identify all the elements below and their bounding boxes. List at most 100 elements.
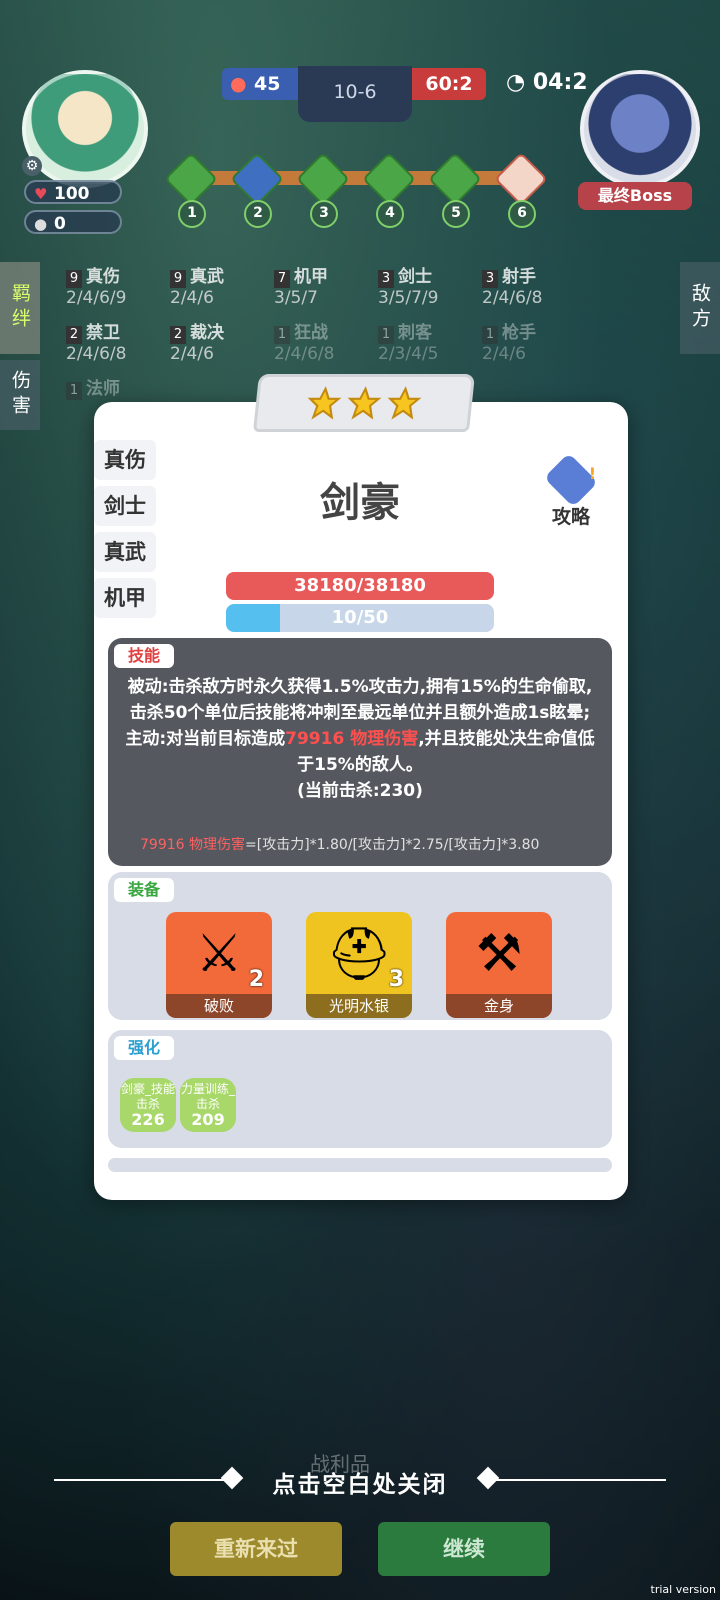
synergy-levels: 2/3/4/5 bbox=[378, 344, 439, 364]
tab-damage[interactable]: 伤害 bbox=[0, 360, 40, 430]
synergy-name: 狂战 bbox=[294, 323, 328, 343]
equipment-tag: 装备 bbox=[114, 878, 175, 902]
synergy-levels: 3/5/7/9 bbox=[378, 288, 439, 308]
synergy-count: 3 bbox=[378, 270, 394, 288]
star-icon bbox=[307, 386, 342, 420]
synergy-item[interactable]: 3 射手 2/4/6/8 bbox=[482, 262, 586, 312]
helmet-icon: ⛑ bbox=[325, 924, 393, 985]
synergy-name: 真伤 bbox=[86, 267, 120, 287]
gear-icon[interactable]: ⚙ bbox=[22, 156, 42, 176]
enemy-score: 60:2 bbox=[412, 68, 486, 100]
synergy-count: 1 bbox=[274, 326, 290, 344]
synergy-count: 3 bbox=[482, 270, 498, 288]
mana-bar: 10/50 bbox=[226, 604, 494, 632]
trait-tag[interactable]: 真武 bbox=[94, 532, 156, 572]
formula-damage: 79916 物理伤害 bbox=[140, 837, 245, 853]
synergy-levels: 3/5/7 bbox=[274, 288, 318, 308]
synergy-count: 9 bbox=[66, 270, 82, 288]
skill-tag: 技能 bbox=[114, 644, 175, 668]
trial-watermark: trial version bbox=[650, 1583, 716, 1596]
synergy-name: 禁卫 bbox=[86, 323, 120, 343]
skill-panel: 技能 被动:击杀敌方时永久获得1.5%攻击力,拥有15%的生命偷取,击杀50个单… bbox=[108, 638, 612, 866]
synergy-item[interactable]: 9 真伤 2/4/6/9 bbox=[66, 262, 170, 312]
hp-value: 100 bbox=[54, 184, 90, 204]
star-icon bbox=[347, 386, 382, 420]
synergy-count: 7 bbox=[274, 270, 290, 288]
retry-button[interactable]: 重新来过 bbox=[170, 1522, 342, 1576]
round-indicator: 10-6 bbox=[298, 66, 412, 122]
star-rating bbox=[252, 374, 476, 432]
enhancement-chip[interactable]: 力量训练_击杀 209 bbox=[180, 1078, 236, 1132]
coin-pill: ● 0 bbox=[24, 210, 122, 234]
winged-hammer-icon: ⚒ bbox=[475, 924, 523, 984]
equipment-level: 3 bbox=[388, 967, 404, 992]
alert-icon: ! bbox=[588, 464, 596, 483]
equipment-panel: 装备 ⚔ 2 破败 ⛑ 3 光明水银 ⚒ 金身 bbox=[108, 872, 612, 1020]
heart-icon: ♥ bbox=[34, 185, 48, 203]
trait-tag[interactable]: 机甲 bbox=[94, 578, 156, 618]
enhancement-panel: 强化 剑豪_技能击杀 226 力量训练_击杀 209 bbox=[108, 1030, 612, 1148]
timer-value: 04:2 bbox=[532, 70, 588, 95]
synergy-name: 真武 bbox=[190, 267, 224, 287]
synergy-levels: 2/4/6 bbox=[170, 288, 214, 308]
star-icon bbox=[387, 386, 422, 420]
synergy-item[interactable]: 1 枪手 2/4/6 bbox=[482, 318, 586, 368]
clock-icon: ◔ bbox=[506, 70, 526, 95]
formula-terms: =[攻击力]*1.80/[攻击力]*2.75/[攻击力]*3.80 bbox=[245, 837, 540, 853]
trait-tag[interactable]: 剑士 bbox=[94, 486, 156, 526]
tab-synergy[interactable]: 羁绊 bbox=[0, 262, 40, 354]
equipment-item[interactable]: ⚒ 金身 bbox=[446, 912, 552, 1018]
synergy-name: 射手 bbox=[502, 267, 536, 287]
trait-tag[interactable]: 真伤 bbox=[94, 440, 156, 480]
enhancement-chip[interactable]: 剑豪_技能击杀 226 bbox=[120, 1078, 176, 1132]
crossed-swords-icon: ⚔ bbox=[195, 924, 243, 984]
enhancement-tag: 强化 bbox=[114, 1036, 175, 1060]
hp-pill: ♥ 100 bbox=[24, 180, 122, 204]
stage-number: 1 bbox=[178, 200, 206, 228]
stage-number: 4 bbox=[376, 200, 404, 228]
equipment-item[interactable]: ⛑ 3 光明水银 bbox=[306, 912, 412, 1018]
synergy-levels: 2/4/6/8 bbox=[482, 288, 543, 308]
continue-button[interactable]: 继续 bbox=[378, 1522, 550, 1576]
synergy-count: 2 bbox=[170, 326, 186, 344]
synergy-name: 法师 bbox=[86, 379, 120, 399]
player-score-value: 45 bbox=[254, 73, 281, 95]
synergy-item[interactable]: 9 真武 2/4/6 bbox=[170, 262, 274, 312]
skill-description: 被动:击杀敌方时永久获得1.5%攻击力,拥有15%的生命偷取,击杀50个单位后技… bbox=[124, 674, 596, 804]
synergy-item[interactable]: 3 剑士 3/5/7/9 bbox=[378, 262, 482, 312]
guide-label: 攻略 bbox=[551, 506, 590, 528]
equipment-level: 2 bbox=[248, 967, 264, 992]
equipment-name: 金身 bbox=[446, 994, 552, 1018]
stage-number: 3 bbox=[310, 200, 338, 228]
synergy-item[interactable]: 1 刺客 2/3/4/5 bbox=[378, 318, 482, 368]
skill-damage: 79916 物理伤害 bbox=[285, 729, 419, 749]
synergy-item[interactable]: 1 狂战 2/4/6/8 bbox=[274, 318, 378, 368]
close-hint: 点击空白处关闭 bbox=[272, 1472, 448, 1498]
synergy-levels: 2/4/6/8 bbox=[66, 344, 127, 364]
skill-passive: 被动:击杀敌方时永久获得1.5%攻击力,拥有15%的生命偷取,击杀50个单位后技… bbox=[127, 677, 593, 723]
synergy-name: 剑士 bbox=[398, 267, 432, 287]
flame-icon: ● bbox=[230, 73, 247, 95]
stage-number: 2 bbox=[244, 200, 272, 228]
synergy-name: 机甲 bbox=[294, 267, 328, 287]
stage-number: 5 bbox=[442, 200, 470, 228]
synergy-item[interactable]: 2 禁卫 2/4/6/8 bbox=[66, 318, 170, 368]
equipment-name: 破败 bbox=[166, 994, 272, 1018]
synergy-count: 2 bbox=[66, 326, 82, 344]
synergy-item[interactable]: 2 裁决 2/4/6 bbox=[170, 318, 274, 368]
enhancement-value: 226 bbox=[131, 1110, 165, 1129]
boss-avatar[interactable] bbox=[580, 70, 700, 188]
synergy-name: 枪手 bbox=[502, 323, 536, 343]
skill-active-pre: 主动:对当前目标造成 bbox=[125, 729, 286, 749]
synergy-levels: 2/4/6 bbox=[170, 344, 214, 364]
enhancement-label: 剑豪_技能击杀 bbox=[120, 1082, 175, 1111]
guide-button[interactable]: ! 攻略 bbox=[538, 452, 604, 529]
synergy-item[interactable]: 7 机甲 3/5/7 bbox=[274, 262, 378, 312]
more-panel-edge bbox=[108, 1158, 612, 1172]
tab-enemy[interactable]: 敌方 bbox=[680, 262, 720, 354]
player-score: ● 45 bbox=[222, 68, 298, 100]
boss-label: 最终Boss bbox=[578, 182, 692, 210]
hero-name: 剑豪 bbox=[320, 480, 400, 526]
equipment-item[interactable]: ⚔ 2 破败 bbox=[166, 912, 272, 1018]
skill-active: 主动:对当前目标造成79916 物理伤害,并且技能处决生命值低于15%的敌人。 bbox=[124, 726, 596, 778]
